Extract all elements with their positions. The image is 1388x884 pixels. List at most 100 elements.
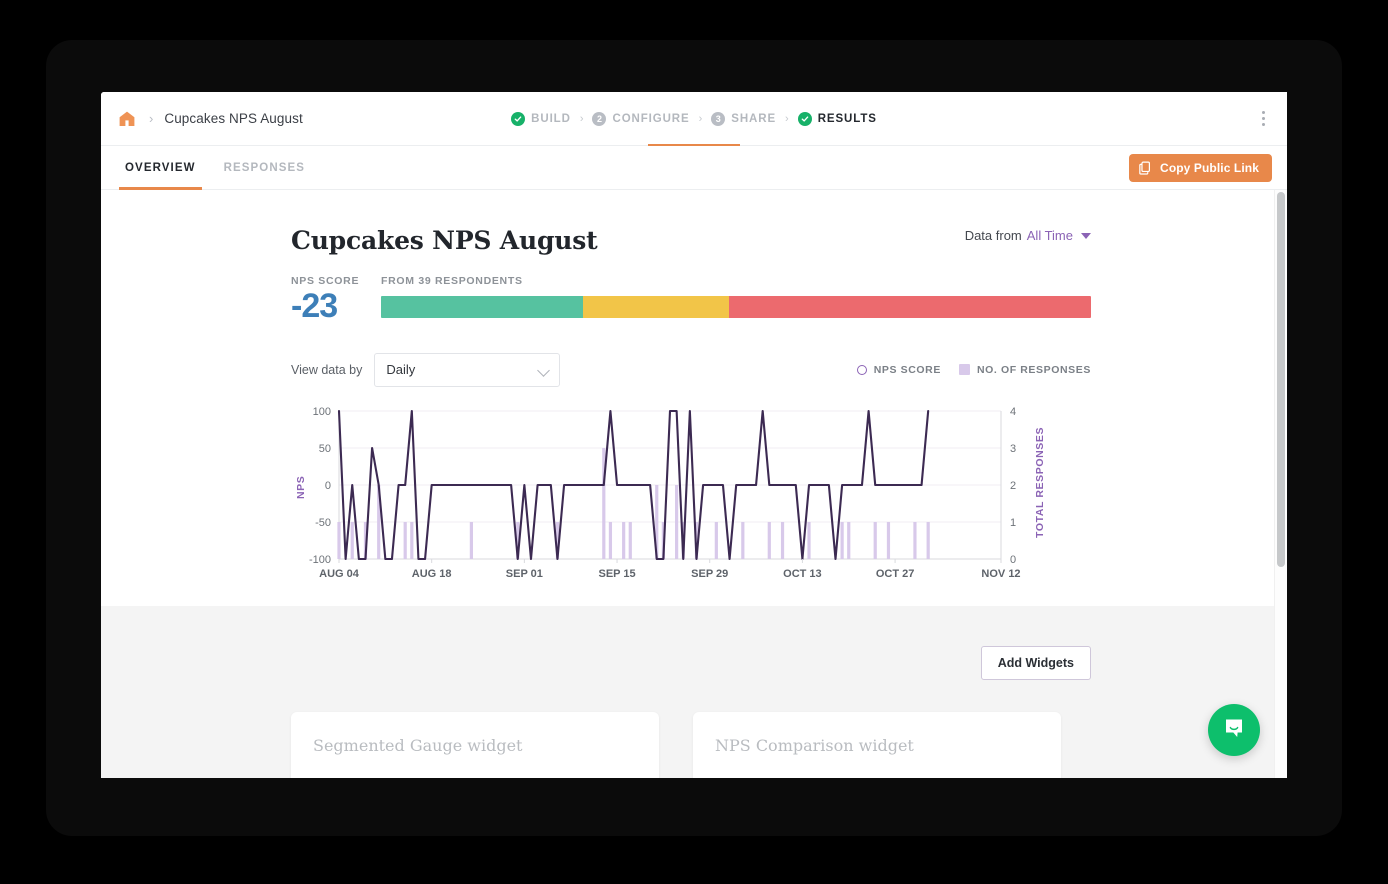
copy-public-link-label: Copy Public Link [1160,161,1259,175]
segment-detractors [729,296,1091,318]
response-bar [781,522,784,559]
vertical-scrollbar[interactable] [1274,190,1287,778]
nps-score-block: NPS SCORE -23 [291,275,381,325]
widget-card-segmented-gauge[interactable]: Segmented Gauge widget [291,712,659,778]
step-configure[interactable]: 2 CONFIGURE [592,112,689,126]
response-bar [927,522,930,559]
response-bar [629,522,632,559]
chat-bubble-icon [1222,716,1246,745]
x-tick-label: AUG 04 [319,568,360,580]
step-arrow: › [580,113,584,125]
app-window: › Cupcakes NPS August BUILD › 2 CONFIGUR… [101,92,1287,778]
nps-score-caption: NPS SCORE [291,275,381,287]
response-bar [741,522,744,559]
y2-tick-label: 1 [1010,517,1016,529]
data-from-prefix: Data from [965,228,1022,243]
widget-card-nps-comparison[interactable]: NPS Comparison widget CONTACT PROPERTY R… [693,712,1061,778]
step-label: BUILD [531,113,571,125]
segment-passives [583,296,729,318]
widget-title: Segmented Gauge widget [313,736,637,755]
top-bar: › Cupcakes NPS August BUILD › 2 CONFIGUR… [101,92,1287,146]
x-tick-label: OCT 27 [876,568,915,580]
screenshot-stage: › Cupcakes NPS August BUILD › 2 CONFIGUR… [0,0,1388,884]
y-axis-title: NPS [295,475,307,498]
step-label: SHARE [731,113,776,125]
widget-card-list: Segmented Gauge widget NPS Comparison wi… [291,712,1091,778]
chart-svg: 100500-50-10043210AUG 04AUG 18SEP 01SEP … [291,401,1091,591]
chat-bubble-button[interactable] [1208,704,1260,756]
response-bar [841,522,844,559]
data-from-filter[interactable]: Data from All Time [965,228,1091,243]
tab-responses[interactable]: RESPONSES [210,146,319,190]
breadcrumb-separator: › [149,112,153,125]
view-data-by-value: Daily [386,362,415,377]
report-panel: Cupcakes NPS August Data from All Time N… [101,190,1287,606]
response-bar [874,522,877,559]
step-arrow: › [785,113,789,125]
nps-trend-chart: 100500-50-10043210AUG 04AUG 18SEP 01SEP … [291,401,1287,596]
tab-label: RESPONSES [210,162,319,174]
y2-axis-title: TOTAL RESPONSES [1034,427,1046,538]
response-bar [675,485,678,559]
legend-item-no-of-responses: NO. OF RESPONSES [959,364,1091,376]
tab-overview[interactable]: OVERVIEW [111,146,210,190]
x-tick-label: AUG 18 [412,568,452,580]
home-icon[interactable] [117,109,137,129]
y-tick-label: 50 [319,443,331,455]
widget-title: NPS Comparison widget [715,736,1039,755]
y-tick-label: -100 [309,554,331,566]
response-bar [404,522,407,559]
widgets-area: Add Widgets Segmented Gauge widget NPS C… [101,606,1287,778]
y2-tick-label: 2 [1010,480,1016,492]
step-label: RESULTS [818,113,877,125]
check-icon [511,112,525,126]
nps-score-value: -23 [291,289,381,325]
step-arrow: › [699,113,703,125]
breadcrumb-title[interactable]: Cupcakes NPS August [164,111,302,126]
response-bar [470,522,473,559]
response-bar [847,522,850,559]
chart-controls: View data by Daily NPS SCORE [291,353,1287,387]
y-tick-label: 100 [313,406,331,418]
step-number-badge: 2 [592,112,606,126]
copy-public-link-button[interactable]: Copy Public Link [1129,154,1272,182]
legend-label: NO. OF RESPONSES [977,364,1091,376]
x-tick-label: OCT 13 [783,568,822,580]
respondents-block: FROM 39 RESPONDENTS [381,275,1091,325]
legend-label: NPS SCORE [874,364,941,376]
chevron-down-icon [537,364,550,377]
step-build[interactable]: BUILD [511,112,571,126]
response-bar [622,522,625,559]
x-tick-label: SEP 15 [598,568,635,580]
tab-bar: OVERVIEW RESPONSES Copy Public Link [101,146,1287,190]
view-data-by-label: View data by [291,363,362,377]
x-tick-label: NOV 12 [981,568,1020,580]
add-widgets-button[interactable]: Add Widgets [981,646,1091,680]
respondents-caption: FROM 39 RESPONDENTS [381,275,1091,287]
response-bar [410,522,413,559]
y-tick-label: 0 [325,480,331,492]
step-share[interactable]: 3 SHARE [711,112,776,126]
circle-outline-icon [857,365,867,375]
step-number-badge: 3 [711,112,725,126]
tab-label: OVERVIEW [111,162,210,174]
scrollbar-thumb[interactable] [1277,192,1285,567]
square-icon [959,364,970,375]
view-data-by-select[interactable]: Daily [374,353,560,387]
more-vertical-icon[interactable] [1255,110,1271,128]
chevron-down-icon [1081,233,1091,239]
segmented-distribution-bar [381,296,1091,318]
response-bar [351,522,354,559]
response-bar [887,522,890,559]
nps-summary-row: NPS SCORE -23 FROM 39 RESPONDENTS [291,275,1287,325]
response-bar [768,522,771,559]
response-bar [715,522,718,559]
response-bar [807,522,810,559]
chart-legend: NPS SCORE NO. OF RESPONSES [857,364,1091,376]
y2-tick-label: 4 [1010,406,1016,418]
step-results[interactable]: RESULTS [798,112,877,126]
response-bar [913,522,916,559]
response-bar [609,522,612,559]
x-tick-label: SEP 01 [506,568,543,580]
page-title: Cupcakes NPS August [291,226,1287,255]
